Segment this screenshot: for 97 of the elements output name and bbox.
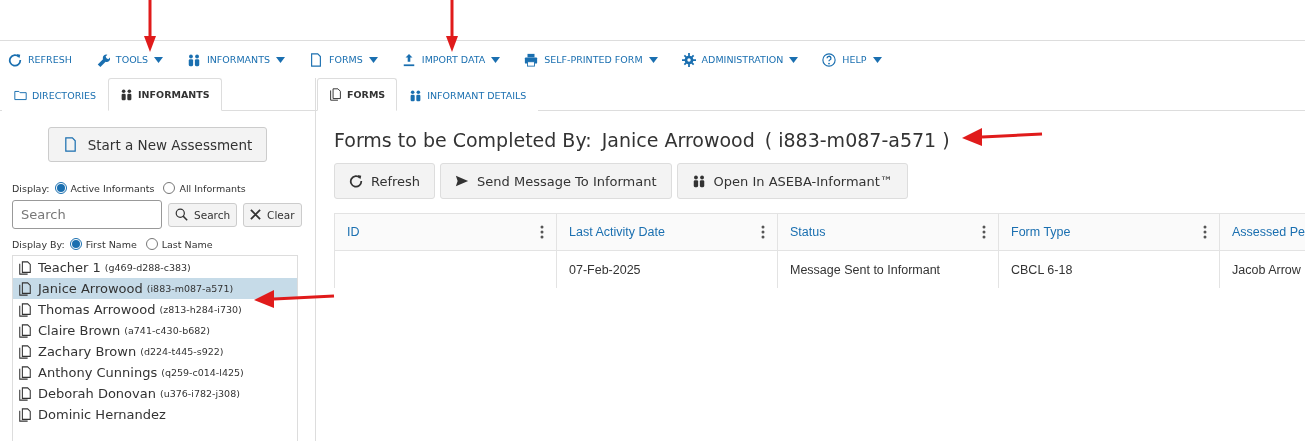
- caret-icon: [789, 56, 799, 63]
- caret-icon: [648, 56, 658, 63]
- column-menu-icon[interactable]: [761, 225, 765, 239]
- people-icon: [186, 52, 201, 67]
- toolbar-button[interactable]: HELP: [822, 52, 892, 67]
- people-icon: [691, 174, 706, 188]
- people-icon: [409, 88, 423, 102]
- informant-name: Deborah Donovan: [38, 386, 156, 401]
- informant-name: Zachary Brown: [38, 344, 137, 359]
- table-cell: 07-Feb-2025: [557, 251, 778, 288]
- action-button[interactable]: Send Message To Informant: [440, 163, 672, 199]
- action-button[interactable]: Refresh: [334, 163, 436, 199]
- informant-item[interactable]: Deborah Donovan (u376-i782-j308): [13, 383, 297, 404]
- documents-icon: [18, 407, 32, 422]
- column-menu-icon[interactable]: [540, 225, 544, 239]
- column-header[interactable]: Last Activity Date: [557, 214, 778, 251]
- table-cell: Message Sent to Informant: [778, 251, 999, 288]
- radio-option[interactable]: Last Name: [145, 238, 213, 250]
- folder-icon: [14, 88, 27, 102]
- send-icon: [455, 174, 470, 188]
- toolbar-button[interactable]: INFORMANTS: [186, 52, 296, 67]
- column-menu-icon[interactable]: [982, 225, 986, 239]
- toolbar-button[interactable]: FORMS: [309, 52, 388, 67]
- caret-icon: [153, 56, 163, 63]
- table-cell: Jacob Arrow: [1220, 251, 1305, 288]
- documents-icon: [18, 260, 32, 275]
- informant-item[interactable]: Zachary Brown (d224-t445-s922): [13, 341, 297, 362]
- caret-icon: [368, 56, 378, 63]
- help-icon: [822, 52, 837, 67]
- informant-item[interactable]: Dominic Hernandez: [13, 404, 297, 425]
- table-cell: CBCL 6-18: [999, 251, 1220, 288]
- printer-icon: [524, 52, 539, 67]
- document-icon: [309, 52, 324, 67]
- informant-name: Janice Arrowood: [601, 129, 755, 151]
- documents-icon: [329, 88, 342, 101]
- documents-icon: [18, 323, 32, 338]
- search-button[interactable]: Search: [168, 202, 238, 227]
- informant-id: (i883-m087-a571): [146, 283, 234, 294]
- refresh-icon: [8, 52, 22, 67]
- informant-name: Janice Arrowood: [38, 281, 143, 296]
- toolbar-button[interactable]: IMPORT DATA: [401, 52, 511, 67]
- new-assessment-button[interactable]: Start a New Assessment: [47, 127, 268, 162]
- documents-icon: [18, 302, 32, 317]
- annotation-arrow: [446, 0, 458, 52]
- document-icon: [62, 137, 78, 152]
- caret-icon: [276, 56, 286, 63]
- informant-name: Thomas Arrowood: [38, 302, 156, 317]
- clear-button[interactable]: Clear: [243, 202, 302, 227]
- caret-icon: [491, 56, 501, 63]
- informant-id: ( i883-m087-a571 ): [764, 129, 950, 151]
- annotation-arrow: [144, 0, 156, 52]
- informant-name: Dominic Hernandez: [38, 407, 166, 422]
- documents-icon: [18, 281, 32, 296]
- refresh-icon: [349, 174, 363, 188]
- documents-icon: [18, 344, 32, 359]
- search-field[interactable]: Search: [12, 200, 162, 229]
- toolbar-button[interactable]: REFRESH: [8, 52, 82, 67]
- display-label: Display:: [12, 182, 50, 194]
- column-header[interactable]: ID: [335, 214, 557, 251]
- documents-icon: [18, 365, 32, 380]
- informant-name: Teacher 1: [38, 260, 101, 275]
- column-header[interactable]: Status: [778, 214, 999, 251]
- action-button[interactable]: Open In ASEBA-Informant™: [676, 163, 908, 199]
- toolbar-button[interactable]: SELF-PRINTED FORM: [524, 52, 668, 67]
- column-header[interactable]: Assessed Pe: [1220, 214, 1305, 251]
- column-menu-icon[interactable]: [1203, 225, 1207, 239]
- informant-id: (u376-i782-j308): [159, 388, 240, 399]
- informant-name: Anthony Cunnings: [38, 365, 158, 380]
- close-icon: [250, 209, 262, 220]
- informant-id: (z813-h284-i730): [159, 304, 242, 315]
- display-by-label: Display By:: [12, 238, 65, 250]
- informant-item[interactable]: Thomas Arrowood (z813-h284-i730): [13, 299, 297, 320]
- informant-id: (a741-c430-b682): [124, 325, 210, 336]
- documents-icon: [18, 386, 32, 401]
- page-title: Forms to be Completed By:: [334, 129, 592, 151]
- search-icon: [175, 208, 188, 221]
- informant-item[interactable]: Teacher 1 (g469-d288-c383): [13, 257, 297, 278]
- upload-icon: [401, 52, 416, 67]
- informant-id: (q259-c014-l425): [161, 367, 244, 378]
- column-header[interactable]: Form Type: [999, 214, 1220, 251]
- informant-name: Claire Brown: [38, 323, 121, 338]
- tab[interactable]: INFORMANTS: [108, 78, 222, 111]
- radio-option[interactable]: All Informants: [163, 182, 246, 194]
- toolbar-button[interactable]: ADMINISTRATION: [681, 52, 809, 67]
- toolbar-button[interactable]: TOOLS: [95, 52, 173, 67]
- people-icon: [120, 88, 134, 101]
- radio-option[interactable]: First Name: [69, 238, 137, 250]
- informant-item[interactable]: Claire Brown (a741-c430-b682): [13, 320, 297, 341]
- caret-icon: [872, 56, 882, 63]
- wrench-icon: [95, 52, 110, 67]
- informant-id: (g469-d288-c383): [104, 262, 191, 273]
- gear-icon: [681, 52, 696, 67]
- tab[interactable]: FORMS: [317, 78, 398, 111]
- informant-item[interactable]: Janice Arrowood (i883-m087-a571): [13, 278, 297, 299]
- radio-option[interactable]: Active Informants: [54, 182, 155, 194]
- informant-id: (d224-t445-s922): [140, 346, 224, 357]
- informant-item[interactable]: Anthony Cunnings (q259-c014-l425): [13, 362, 297, 383]
